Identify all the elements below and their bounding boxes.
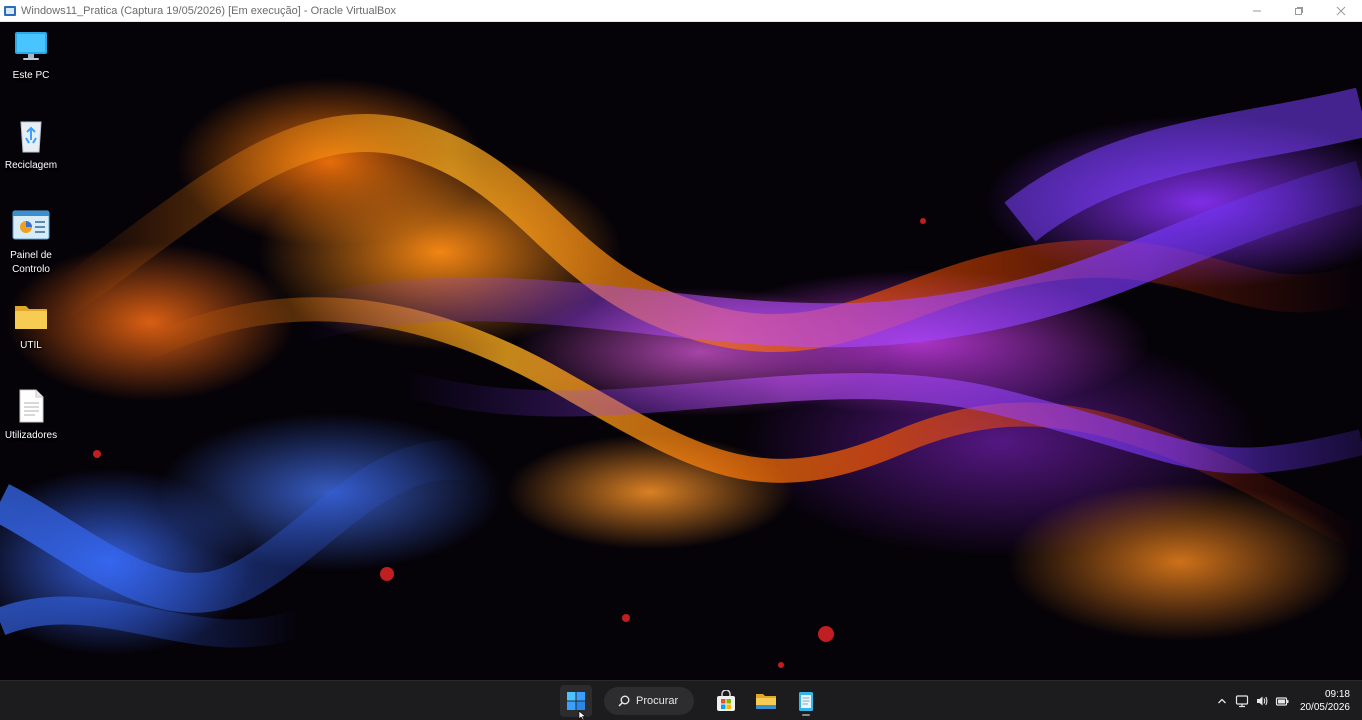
desktop-icon-este-pc[interactable]: Este PC — [0, 26, 62, 83]
window-titlebar[interactable]: Windows11_Pratica (Captura 19/05/2026) [… — [0, 0, 1362, 22]
restore-icon — [1295, 6, 1303, 15]
minimize-button[interactable] — [1236, 0, 1278, 22]
windows-start-icon — [567, 692, 585, 710]
taskbar-store[interactable] — [710, 685, 742, 717]
restore-button[interactable] — [1278, 0, 1320, 22]
control-panel-icon — [11, 206, 51, 246]
computer-monitor-icon — [11, 26, 51, 66]
close-button[interactable] — [1320, 0, 1362, 22]
virtualbox-icon — [4, 5, 16, 16]
mouse-cursor-icon — [578, 711, 587, 720]
desktop-icon-util[interactable]: UTIL — [0, 296, 62, 353]
file-explorer-icon — [756, 694, 776, 709]
folder-icon — [11, 296, 51, 336]
battery-icon — [1275, 697, 1289, 706]
desktop-icon-label: Painel de Controlo — [10, 250, 52, 275]
ember — [93, 450, 101, 458]
taskbar-center: Procurar — [560, 681, 822, 720]
clock-button[interactable]: 09:18 20/05/2026 — [1300, 688, 1350, 714]
text-document-icon — [11, 386, 51, 426]
ember — [380, 567, 394, 581]
taskbar: Procurar 09:18 20/05/2026 — [0, 680, 1362, 720]
taskbar-search[interactable]: Procurar — [604, 687, 694, 715]
desktop-icon-painel-de-controlo[interactable]: Painel de Controlo — [0, 206, 62, 277]
desktop-icon-label: Este PC — [12, 70, 50, 81]
recycle-bin-icon — [11, 116, 51, 156]
desktop-icon-reciclagem[interactable]: Reciclagem — [0, 116, 62, 173]
running-indicator — [802, 714, 810, 716]
clock-date: 20/05/2026 — [1299, 702, 1350, 713]
wallpaper — [0, 87, 1362, 648]
battery-button[interactable] — [1272, 691, 1292, 711]
minimize-icon — [1253, 10, 1261, 11]
search-label: Procurar — [636, 695, 679, 707]
desktop-icon-utilizadores[interactable]: Utilizadores — [0, 386, 62, 443]
ember — [920, 218, 926, 224]
ember — [622, 614, 630, 622]
taskbar-notepad[interactable] — [790, 685, 822, 717]
show-hidden-icons-button[interactable] — [1212, 691, 1232, 711]
volume-icon — [1256, 696, 1268, 706]
volume-button[interactable] — [1252, 691, 1272, 711]
close-icon — [1336, 6, 1346, 15]
network-icon — [1235, 695, 1249, 708]
chevron-up-icon — [1217, 698, 1226, 704]
window-title: Windows11_Pratica (Captura 19/05/2026) [… — [21, 4, 396, 17]
desktop-icon-label: Reciclagem — [4, 160, 58, 171]
desktop[interactable]: Este PC Reciclagem Painel de Controlo UT… — [0, 22, 1362, 680]
taskbar-file-explorer[interactable] — [750, 685, 782, 717]
clock-time: 09:18 — [1324, 689, 1350, 700]
notepad-icon — [799, 692, 813, 711]
ember — [818, 626, 834, 642]
microsoft-store-icon — [717, 690, 735, 711]
desktop-icon-label: UTIL — [20, 340, 42, 351]
desktop-icon-label: Utilizadores — [4, 430, 58, 441]
search-icon — [618, 695, 630, 707]
network-button[interactable] — [1232, 691, 1252, 711]
system-tray: 09:18 20/05/2026 — [1212, 681, 1362, 720]
ember — [778, 662, 784, 668]
